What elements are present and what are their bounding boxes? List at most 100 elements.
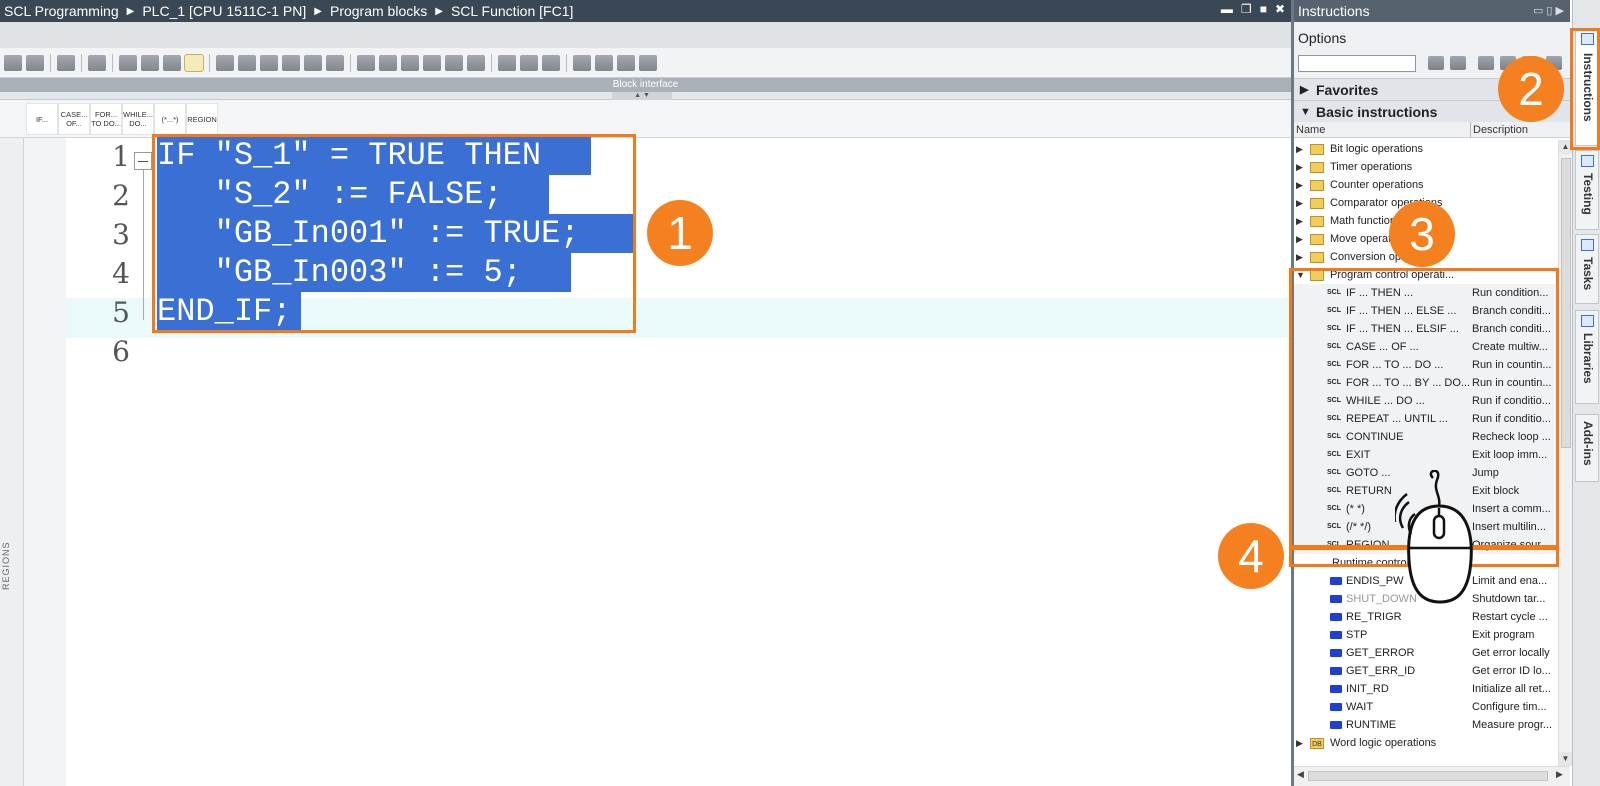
toolbar-icon[interactable] — [379, 54, 397, 71]
options-search-input[interactable] — [1298, 55, 1416, 72]
toolbar-icon[interactable] — [326, 54, 344, 71]
expand-arrow-icon[interactable]: ▶ — [1296, 194, 1306, 212]
expand-arrow-icon[interactable]: ▶ — [1296, 734, 1306, 752]
tree-vertical-scrollbar[interactable]: ▲ ▼ — [1558, 140, 1572, 766]
splitter-arrows-icon[interactable]: ▲ ▼ — [612, 92, 672, 100]
toolbar-icon[interactable] — [304, 54, 322, 71]
basic-instructions-label: Basic instructions — [1316, 104, 1438, 120]
tab-add-ins[interactable]: Add-ins — [1575, 414, 1599, 482]
instruction-name: Timer operations — [1330, 161, 1413, 173]
restore-icon[interactable]: ❐ — [1241, 2, 1252, 16]
breadcrumb-project[interactable]: SCL Programming — [4, 3, 119, 19]
scroll-thumb[interactable] — [1561, 158, 1571, 448]
regions-label: REGIONS — [1, 541, 11, 590]
breadcrumb-program-blocks[interactable]: Program blocks — [330, 3, 427, 19]
tree-row[interactable]: ▶ Bit logic operations — [1294, 140, 1558, 158]
options-icon[interactable] — [1478, 56, 1494, 70]
toolbar-icon[interactable] — [401, 54, 419, 71]
folder-icon — [1310, 216, 1324, 227]
scroll-right-icon[interactable]: ▶ — [1556, 769, 1563, 780]
editor-gutter — [24, 138, 66, 786]
callout-box-code — [152, 134, 636, 333]
toolbar-separator — [50, 53, 51, 72]
tree-row[interactable]: INIT_RD Initialize all ret... — [1294, 680, 1558, 698]
tree-row[interactable]: GET_ERR_ID Get error ID lo... — [1294, 662, 1558, 680]
toolbar-icon[interactable] — [595, 54, 613, 71]
toolbar-icon[interactable] — [573, 54, 591, 71]
tree-row[interactable]: RUNTIME Measure progr... — [1294, 716, 1558, 734]
column-description[interactable]: Description — [1470, 122, 1528, 138]
column-name[interactable]: Name — [1296, 122, 1325, 138]
toolbar-icon[interactable] — [260, 54, 278, 71]
tree-row[interactable]: STP Exit program — [1294, 626, 1558, 644]
toolbar-icon[interactable] — [542, 54, 560, 71]
toolbar-icon[interactable] — [498, 54, 516, 71]
tab-label: Tasks — [1581, 257, 1595, 291]
regions-sidebar[interactable]: REGIONS — [0, 138, 24, 786]
toolbar-icon[interactable] — [119, 54, 137, 71]
toolbar-icon-active[interactable] — [184, 53, 204, 72]
toolbar-icon[interactable] — [423, 54, 441, 71]
expand-arrow-icon[interactable]: ▶ — [1296, 158, 1306, 176]
tree-row[interactable]: ▶ Timer operations — [1294, 158, 1558, 176]
scroll-down-icon[interactable]: ▼ — [1559, 752, 1572, 766]
options-icon[interactable] — [1450, 56, 1466, 70]
maximize-icon[interactable]: ■ — [1260, 2, 1267, 16]
close-icon[interactable]: ✖ — [1275, 2, 1285, 16]
toolbar-icon[interactable] — [357, 54, 375, 71]
toolbar-icon[interactable] — [141, 54, 159, 71]
toolbar-icon[interactable] — [4, 54, 22, 71]
scl-for-button[interactable]: FOR... TO DO... — [90, 103, 122, 135]
scl-while-button[interactable]: WHILE... DO... — [122, 103, 154, 135]
toolbar-icon[interactable] — [467, 54, 485, 71]
expand-arrow-icon[interactable]: ▶ — [1296, 212, 1306, 230]
tree-horizontal-scrollbar[interactable]: ◀ ▶ — [1294, 766, 1570, 786]
expand-arrow-icon[interactable]: ▶ — [1296, 230, 1306, 248]
instructions-panel-title: Instructions ▭ ▯ ▶ — [1294, 0, 1570, 22]
scl-comment-button[interactable]: (*...*) — [154, 103, 186, 135]
toolbar-icon[interactable] — [238, 54, 256, 71]
toolbar-icon[interactable] — [88, 54, 106, 71]
block-icon — [1330, 613, 1342, 621]
line-number: 3 — [112, 218, 130, 251]
breadcrumb-plc[interactable]: PLC_1 [CPU 1511C-1 PN] — [142, 3, 306, 19]
tree-row[interactable]: WAIT Configure tim... — [1294, 698, 1558, 716]
toolbar-icon[interactable] — [216, 54, 234, 71]
instruction-name: GET_ERROR — [1346, 647, 1415, 659]
options-icon[interactable] — [1428, 56, 1444, 70]
toolbar-icon[interactable] — [520, 54, 538, 71]
tab-libraries[interactable]: Libraries — [1575, 310, 1599, 404]
expand-arrow-icon[interactable]: ▶ — [1296, 176, 1306, 194]
scl-if-button[interactable]: IF... — [26, 103, 58, 135]
toolbar-icon[interactable] — [445, 54, 463, 71]
callout-badge-4: 4 — [1218, 523, 1284, 589]
tab-tasks[interactable]: Tasks — [1575, 234, 1599, 304]
breadcrumb-scl-function[interactable]: SCL Function [FC1] — [451, 3, 573, 19]
breadcrumb-arrow-icon: ▶ — [435, 5, 443, 17]
tree-row[interactable]: ▶ Counter operations — [1294, 176, 1558, 194]
callout-badge-1: 1 — [647, 200, 713, 266]
scl-region-button[interactable]: REGION — [186, 103, 218, 135]
block-interface-bar[interactable]: Block interface — [0, 78, 1291, 92]
toolbar-icon[interactable] — [639, 54, 657, 71]
fold-toggle-icon[interactable] — [134, 152, 152, 170]
tree-row[interactable]: RE_TRIGR Restart cycle ... — [1294, 608, 1558, 626]
scroll-left-icon[interactable]: ◀ — [1297, 769, 1304, 780]
scroll-thumb[interactable] — [1308, 771, 1548, 781]
expand-arrow-icon[interactable]: ▶ — [1296, 140, 1306, 158]
minimize-icon[interactable]: ▬ — [1221, 2, 1233, 16]
expand-arrow-icon[interactable]: ▶ — [1296, 248, 1306, 266]
toolbar-icon[interactable] — [163, 54, 181, 71]
panel-title: Instructions — [1298, 3, 1370, 19]
tab-testing[interactable]: Testing — [1575, 150, 1599, 230]
tree-row[interactable]: ▶ DB Word logic operations — [1294, 734, 1558, 752]
toolbar-icon[interactable] — [57, 54, 75, 71]
favorites-label: Favorites — [1316, 82, 1379, 98]
toolbar-icon[interactable] — [26, 54, 44, 71]
toolbar-icon[interactable] — [617, 54, 635, 71]
panel-window-controls[interactable]: ▭ ▯ ▶ — [1533, 0, 1564, 22]
block-icon — [1330, 577, 1342, 585]
toolbar-icon[interactable] — [282, 54, 300, 71]
tree-row[interactable]: GET_ERROR Get error locally — [1294, 644, 1558, 662]
scl-case-button[interactable]: CASE... OF... — [58, 103, 90, 135]
